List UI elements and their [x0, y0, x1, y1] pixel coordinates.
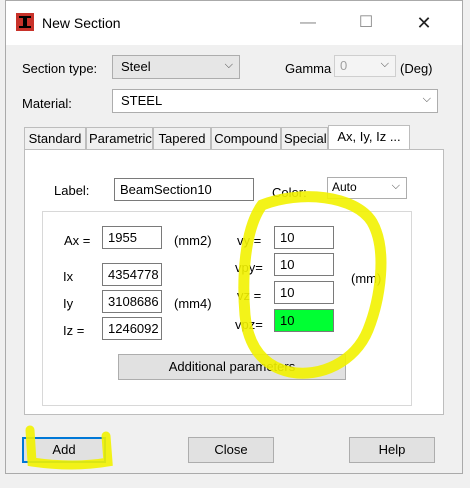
- gamma-dropdown[interactable]: 0 ⌵: [334, 55, 396, 77]
- color-value: Auto: [332, 180, 357, 194]
- iz-label: Iz =: [63, 323, 85, 338]
- add-button[interactable]: Add: [22, 437, 106, 463]
- ax-input[interactable]: 1955: [102, 226, 162, 249]
- ax-label: Ax =: [64, 233, 91, 248]
- material-label: Material:: [22, 96, 72, 111]
- vpz-input[interactable]: 10: [274, 309, 334, 332]
- iz-input[interactable]: 1246092: [102, 317, 162, 340]
- tab-tapered[interactable]: Tapered: [153, 127, 211, 149]
- vpz-label: vpz=: [235, 317, 263, 332]
- close-window-button[interactable]: ✕: [404, 9, 444, 37]
- vpy-label: vpy=: [235, 260, 263, 275]
- window-title: New Section: [42, 15, 121, 31]
- app-icon: [16, 13, 34, 31]
- chevron-down-icon: ⌵: [391, 180, 400, 192]
- chevron-down-icon: ⌵: [224, 59, 233, 71]
- gamma-value: 0: [340, 58, 348, 73]
- gamma-unit: (Deg): [400, 61, 433, 76]
- section-type-label: Section type:: [22, 61, 98, 76]
- ix-input[interactable]: 4354778: [102, 263, 162, 286]
- maximize-button[interactable]: ☐: [346, 9, 386, 37]
- title-bar[interactable]: New Section — ☐ ✕: [6, 1, 462, 45]
- iy-label: Iy: [63, 296, 74, 311]
- color-caption: Color:: [272, 185, 307, 200]
- vpy-input[interactable]: 10: [274, 253, 334, 276]
- vz-label: vz =: [237, 288, 262, 303]
- vy-input[interactable]: 10: [274, 226, 334, 249]
- material-value: STEEL: [121, 93, 163, 108]
- additional-parameters-button[interactable]: Additional parameters: [118, 354, 346, 380]
- vy-label: vy =: [237, 233, 262, 248]
- minimize-button[interactable]: —: [288, 9, 328, 37]
- label-input[interactable]: BeamSection10: [114, 178, 254, 201]
- tab-parametric[interactable]: Parametric: [86, 127, 153, 149]
- tab-standard[interactable]: Standard: [24, 127, 86, 149]
- gamma-label: Gamma: [285, 61, 332, 76]
- close-button[interactable]: Close: [188, 437, 274, 463]
- help-button[interactable]: Help: [349, 437, 435, 463]
- tab-ax-iy-iz[interactable]: Ax, Iy, Iz ...: [328, 125, 410, 150]
- chevron-down-icon: ⌵: [422, 93, 431, 105]
- chevron-down-icon: ⌵: [380, 58, 389, 70]
- section-type-dropdown[interactable]: Steel ⌵: [112, 55, 240, 79]
- label-caption: Label:: [54, 183, 90, 198]
- ax-unit: (mm2): [174, 233, 212, 248]
- vz-input[interactable]: 10: [274, 281, 334, 304]
- color-dropdown[interactable]: Auto ⌵: [327, 177, 407, 199]
- i-unit: (mm4): [174, 296, 212, 311]
- section-type-value: Steel: [121, 59, 151, 74]
- iy-input[interactable]: 3108686: [102, 290, 162, 313]
- material-dropdown[interactable]: STEEL ⌵: [112, 89, 438, 113]
- tab-compound[interactable]: Compound: [211, 127, 281, 149]
- tab-special[interactable]: Special: [281, 127, 328, 149]
- new-section-dialog: New Section — ☐ ✕ Section type: Steel ⌵ …: [5, 0, 463, 474]
- ix-label: Ix: [63, 269, 74, 284]
- v-unit: (mm): [351, 271, 382, 286]
